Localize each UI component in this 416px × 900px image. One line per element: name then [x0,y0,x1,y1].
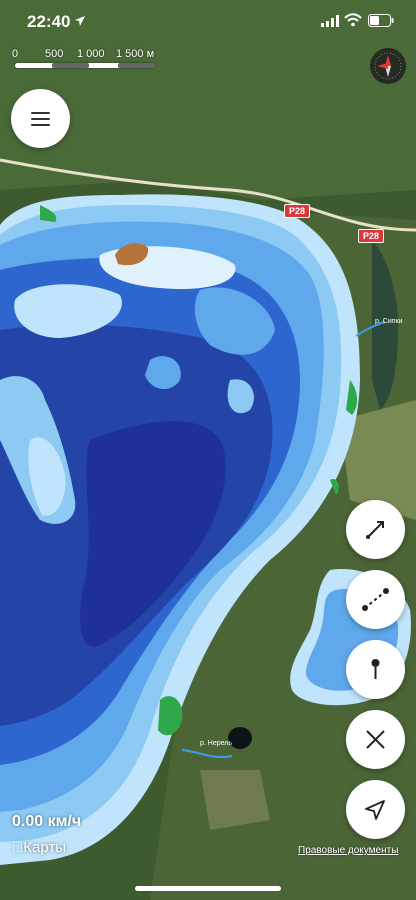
road-shield-p28-2: P28 [358,229,385,243]
battery-icon [368,14,394,27]
scale-label-1500: 1 500 м [116,48,155,60]
menu-button[interactable] [11,89,70,148]
home-indicator[interactable] [135,886,281,891]
river-label-small: р. Нерель [200,740,233,747]
map-scale: 0 500 1 000 1 500 м [12,48,162,74]
scale-label-0: 0 [12,48,19,60]
wifi-icon [344,13,362,27]
status-bar: 22:40 [0,0,416,44]
route-button[interactable] [346,570,405,629]
close-icon [366,730,385,749]
pin-icon [371,659,380,679]
maps-brand-logo: Карты [12,839,66,856]
compass-icon[interactable] [370,48,406,84]
apple-logo-icon:  [12,839,23,856]
river-label: р. Сипки [375,318,403,325]
status-time: 22:40 [27,12,71,31]
scale-bar [15,63,155,68]
speed-readout: 0.00 км/ч [12,813,82,830]
location-arrow-icon [365,800,385,820]
road-shield-p28: P28 [284,204,311,218]
scale-label-500: 500 [45,48,64,60]
legal-link[interactable]: Правовые документы [298,845,398,856]
clear-button[interactable] [346,710,405,769]
pin-button[interactable] [346,640,405,699]
line-arrow-icon [366,521,384,539]
my-location-button[interactable] [346,780,405,839]
location-services-icon [75,16,85,26]
cellular-signal-icon [321,15,339,27]
route-dots-icon [362,588,389,611]
scale-label-1000: 1 000 [77,48,105,60]
measure-line-button[interactable] [346,500,405,559]
